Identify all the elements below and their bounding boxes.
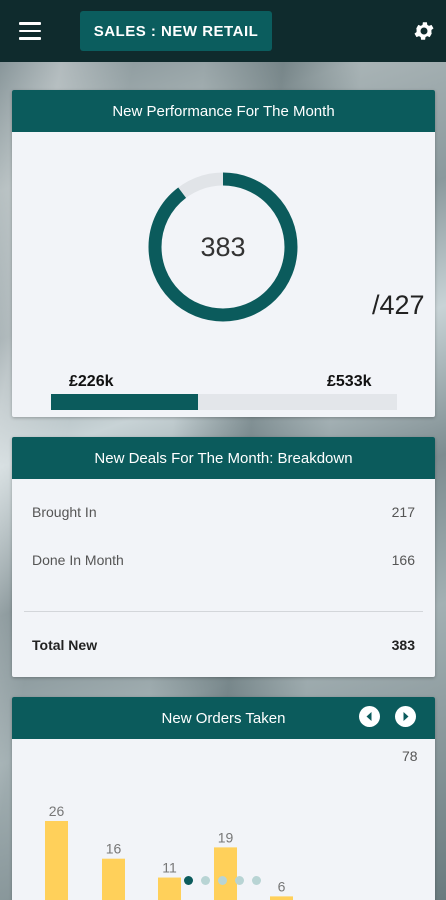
progress-bar — [51, 394, 397, 410]
progress-current-amount: £226k — [69, 373, 114, 390]
pager-dot[interactable] — [218, 876, 227, 885]
bar — [158, 877, 181, 900]
orders-card: New Orders Taken 78 26 16 11 19 6 — [12, 697, 435, 900]
pager-dots — [184, 876, 261, 885]
progress-target-amount: £533k — [327, 373, 372, 390]
top-bar: SALES : NEW RETAIL — [0, 0, 446, 62]
performance-card-title: New Performance For The Month — [12, 90, 435, 132]
performance-target: /427 — [372, 290, 425, 320]
section-title-button[interactable]: SALES : NEW RETAIL — [80, 11, 272, 51]
pager-dot[interactable] — [235, 876, 244, 885]
chevron-right-icon[interactable] — [395, 706, 416, 727]
gear-icon[interactable] — [412, 19, 436, 43]
breakdown-row-value: 217 — [391, 504, 415, 520]
bar-value-label: 26 — [49, 803, 65, 819]
pager-dot[interactable] — [252, 876, 261, 885]
bar-value-label: 6 — [278, 878, 286, 894]
progress-bar-fill — [51, 394, 198, 410]
bar-value-label: 11 — [162, 860, 177, 876]
total-value: 383 — [391, 637, 415, 653]
chevron-left-icon[interactable] — [359, 706, 380, 727]
breakdown-card: New Deals For The Month: Breakdown Broug… — [12, 437, 435, 677]
breakdown-row-value: 166 — [391, 552, 415, 568]
bar-value-label: 16 — [106, 841, 122, 857]
performance-value: 383 — [200, 231, 246, 262]
pager-dot[interactable] — [184, 876, 193, 885]
breakdown-row-label: Brought In — [32, 504, 97, 520]
bar — [102, 858, 125, 900]
bar — [270, 896, 293, 900]
performance-card: New Performance For The Month 383 /427 £… — [12, 90, 435, 417]
divider — [24, 611, 423, 612]
menu-icon[interactable] — [19, 22, 41, 40]
total-label: Total New — [32, 637, 98, 653]
breakdown-row-label: Done In Month — [32, 552, 124, 568]
bar-value-label: 19 — [218, 829, 234, 845]
pager-dot[interactable] — [201, 876, 210, 885]
bar — [214, 847, 237, 900]
bar — [45, 821, 68, 900]
breakdown-card-title: New Deals For The Month: Breakdown — [12, 437, 435, 479]
